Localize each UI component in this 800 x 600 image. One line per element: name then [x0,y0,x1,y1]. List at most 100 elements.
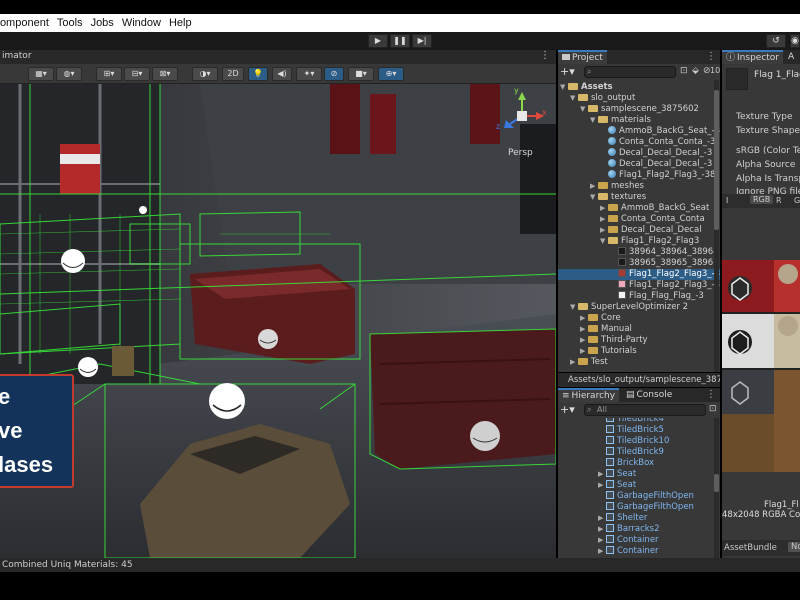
project-row[interactable]: ▶ Tutorials [558,346,720,357]
channel-rgb[interactable]: RGB [750,195,774,204]
history-button[interactable]: ↺ [766,34,786,48]
effects-dropdown[interactable]: ✦▾ [296,67,322,81]
hierarchy-row[interactable]: ▶ Shelter [558,513,720,524]
hierarchy-row[interactable]: ▶ Barracks2 [558,524,720,535]
hierarchy-row[interactable]: ▶ Seat [558,480,720,491]
menu-tools[interactable]: Tools [57,17,83,29]
project-row[interactable]: Flag1_Flag2_Flag3_-3 [558,280,720,291]
tab-hierarchy[interactable]: ≡ Hierarchy [558,388,620,402]
account-button[interactable]: ◉ [790,34,800,48]
hierarchy-row[interactable]: TiledBrick5 [558,425,720,436]
project-row[interactable]: ▶ Conta_Conta_Conta [558,214,720,225]
increment-dropdown[interactable]: ⊠▾ [152,67,178,81]
hierarchy-row[interactable]: TiledBrick10 [558,436,720,447]
collapsed-arrow-icon[interactable]: ▶ [580,324,588,335]
collapsed-arrow-icon[interactable]: ▶ [598,513,606,524]
hierarchy-row[interactable]: ▶ Container [558,535,720,546]
project-scrollbar[interactable] [714,80,719,372]
hierarchy-row[interactable]: ▶ Container [558,546,720,557]
project-row[interactable]: Flag1_Flag2_Flag3_-38 [558,170,720,181]
filter-label-icon[interactable]: ⬙ [692,66,699,76]
hierarchy-row[interactable]: BrickBox [558,458,720,469]
collapsed-arrow-icon[interactable]: ▶ [590,181,598,192]
collapsed-arrow-icon[interactable]: ▶ [598,535,606,546]
channel-i[interactable]: I [726,196,728,205]
tab-inspector[interactable]: ⓘ Inspector [722,50,783,64]
project-row[interactable]: ▶ Decal_Decal_Decal [558,225,720,236]
scene-orientation-gizmo[interactable]: y x z [492,86,552,146]
collapsed-arrow-icon[interactable]: ▶ [600,214,608,225]
project-row[interactable]: ▶ meshes [558,181,720,192]
expanded-arrow-icon[interactable]: ▼ [600,236,608,247]
project-row[interactable]: ▼ Assets [558,82,720,93]
collapsed-arrow-icon[interactable]: ▶ [598,480,606,491]
hierarchy-row[interactable]: GarbageFilthOpen [558,502,720,513]
assetbundle-dropdown[interactable]: No [788,542,800,552]
expanded-arrow-icon[interactable]: ▼ [570,302,578,313]
global-dropdown[interactable]: ◍▾ [56,67,82,81]
project-row[interactable]: ▼ SuperLevelOptimizer 2 [558,302,720,313]
tab-project[interactable]: Project [558,50,607,64]
shading-mode-dropdown[interactable]: ◑▾ [192,67,218,81]
lighting-toggle[interactable]: 💡 [248,67,268,81]
project-row[interactable]: Flag1_Flag2_Flag3_-3 [558,269,720,280]
hierarchy-row[interactable]: TiledBrick9 [558,447,720,458]
add-asset-button[interactable]: +▾ [560,65,575,78]
project-row[interactable]: ▶ Test [558,357,720,368]
tab-scene[interactable]: imator [2,51,32,61]
collapsed-arrow-icon[interactable]: ▶ [598,469,606,480]
menu-window[interactable]: Window [122,17,161,29]
pause-button[interactable]: ❚❚ [390,34,410,48]
hierarchy-row[interactable]: ▶ Seat [558,469,720,480]
collapsed-arrow-icon[interactable]: ▶ [570,357,578,368]
project-row[interactable]: ▶ Third-Party [558,335,720,346]
project-row[interactable]: ▶ Manual [558,324,720,335]
grid-snap-dropdown[interactable]: ⊞▾ [96,67,122,81]
project-row[interactable]: Decal_Decal_Decal_-3 [558,159,720,170]
hierarchy-search-input[interactable]: ⌕ All [584,404,706,416]
visibility-toggle[interactable]: ⊘ [324,67,344,81]
channel-r[interactable]: R [776,196,782,205]
project-row[interactable]: ▼ materials [558,115,720,126]
project-scroll-thumb[interactable] [714,90,719,230]
audio-toggle[interactable]: ◀) [272,67,292,81]
project-row[interactable]: ▼ textures [558,192,720,203]
filter-type-icon[interactable]: ⊡ [680,66,688,76]
add-object-button[interactable]: +▾ [560,403,575,416]
expanded-arrow-icon[interactable]: ▼ [590,115,598,126]
project-menu-icon[interactable]: ⋮ [706,50,716,64]
project-row[interactable]: 38965_38965_38965 [558,258,720,269]
snap-dropdown[interactable]: ⊟▾ [124,67,150,81]
collapsed-arrow-icon[interactable]: ▶ [600,203,608,214]
expanded-arrow-icon[interactable]: ▼ [590,192,598,203]
project-row[interactable]: ▶ Core [558,313,720,324]
project-search-input[interactable]: ⌕ [584,66,676,78]
project-row[interactable]: ▼ Flag1_Flag2_Flag3 [558,236,720,247]
collapsed-arrow-icon[interactable]: ▶ [600,225,608,236]
persp-label[interactable]: Persp [508,148,533,158]
tab-second[interactable]: A [784,50,798,64]
expanded-arrow-icon[interactable]: ▼ [570,93,578,104]
tab-console[interactable]: ▤ Console [622,388,676,402]
gizmos-dropdown[interactable]: ⊕▾ [378,67,404,81]
hierarchy-row[interactable]: GarbageFilthOpen [558,491,720,502]
collapsed-arrow-icon[interactable]: ▶ [580,335,588,346]
project-row[interactable]: ▼ slo_output [558,93,720,104]
project-row[interactable]: AmmoB_BackG_Seat_-3 [558,126,720,137]
draw-mode-dropdown[interactable]: ▦▾ [28,67,54,81]
channel-g[interactable]: G [794,196,800,205]
camera-dropdown[interactable]: ■▾ [348,67,374,81]
collapsed-arrow-icon[interactable]: ▶ [598,524,606,535]
collapsed-arrow-icon[interactable]: ▶ [580,313,588,324]
play-button[interactable]: ▶ [368,34,388,48]
scene-menu-icon[interactable]: ⋮ [540,50,550,61]
scene-viewport[interactable]: e ve lases y x z Persp [0,84,556,558]
hierarchy-row[interactable]: TiledBrick4 [558,418,720,425]
hierarchy-menu-icon[interactable]: ⋮ [706,388,716,402]
hierarchy-options-icon[interactable]: ⊡ [709,404,717,414]
project-row[interactable]: ▼ samplescene_3875602 [558,104,720,115]
menu-help[interactable]: Help [169,17,192,29]
project-row[interactable]: 38964_38964_38964 [558,247,720,258]
project-row[interactable]: ▶ AmmoB_BackG_Seat [558,203,720,214]
expanded-arrow-icon[interactable]: ▼ [580,104,588,115]
